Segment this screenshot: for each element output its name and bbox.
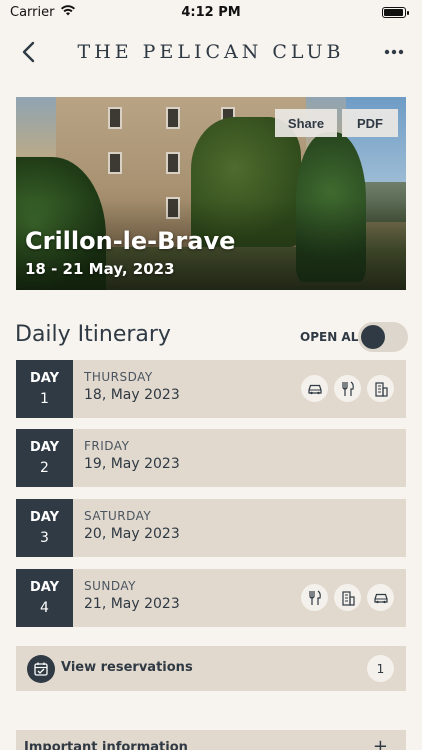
hotel-icon [334,584,361,611]
ellipsis-icon [384,49,404,55]
day-badge: DAY 2 [16,429,73,487]
day-label: DAY [29,580,60,595]
day-number: 4 [40,600,49,616]
hero-window [166,152,180,174]
day-icons [301,375,394,402]
day-number: 3 [40,530,49,546]
day-row-4[interactable]: DAY 4 SUNDAY 21, May 2023 [16,569,406,627]
day-row-2[interactable]: DAY 2 FRIDAY 19, May 2023 [16,429,406,487]
day-badge: DAY 3 [16,499,73,557]
day-label: DAY [29,371,60,386]
day-row-3[interactable]: DAY 3 SATURDAY 20, May 2023 [16,499,406,557]
day-number: 1 [40,391,49,407]
day-label: DAY [29,440,60,455]
day-weekday: SATURDAY [84,509,152,523]
nav-bar: THE PELICAN CLUB [0,24,422,80]
important-info-row[interactable]: Important information + [16,730,406,750]
day-label: DAY [29,510,60,525]
important-info-label: Important information [24,740,188,750]
dining-icon [334,375,361,402]
calendar-check-icon [27,655,55,683]
status-bar: Carrier 4:12 PM [0,0,422,24]
share-button[interactable]: Share [275,109,337,137]
more-button[interactable] [378,36,410,68]
itinerary-title: Daily Itinerary [15,322,171,347]
day-date: 21, May 2023 [84,596,180,612]
car-icon [301,375,328,402]
car-icon [367,584,394,611]
day-icons [301,584,394,611]
day-text: FRIDAY 19, May 2023 [73,429,180,487]
carrier-label: Carrier [10,4,55,20]
day-text: SATURDAY 20, May 2023 [73,499,180,557]
day-date: 20, May 2023 [84,526,180,542]
day-weekday: FRIDAY [84,439,130,453]
day-text: SUNDAY 21, May 2023 [73,569,180,627]
chevron-left-icon [22,41,35,63]
hotel-icon [367,375,394,402]
back-button[interactable] [12,36,44,68]
view-reservations-row[interactable]: View reservations 1 [16,646,406,691]
hero-image: Share PDF Crillon-le-Brave 18 - 21 May, … [16,97,406,290]
toggle-knob [361,325,385,349]
open-all-toggle[interactable] [358,322,408,352]
hero-window [166,107,180,129]
day-weekday: THURSDAY [84,370,153,384]
plus-icon: + [372,736,388,750]
hero-window [108,107,122,129]
open-all-label: OPEN ALL [300,330,366,344]
trip-dates: 18 - 21 May, 2023 [25,260,175,278]
reservations-count-badge: 1 [367,655,394,682]
day-badge: DAY 4 [16,569,73,627]
day-text: THURSDAY 18, May 2023 [73,360,180,418]
hero-window [108,152,122,174]
day-date: 19, May 2023 [84,456,180,472]
day-number: 2 [40,460,49,476]
status-left: Carrier [10,4,76,20]
day-weekday: SUNDAY [84,579,137,593]
wifi-icon [60,4,76,20]
battery-icon [382,6,409,18]
app-title: THE PELICAN CLUB [77,41,345,63]
reservations-label: View reservations [61,660,193,675]
pdf-button[interactable]: PDF [342,109,398,137]
day-row-1[interactable]: DAY 1 THURSDAY 18, May 2023 [16,360,406,418]
status-time: 4:12 PM [181,4,241,20]
dining-icon [301,584,328,611]
day-badge: DAY 1 [16,360,73,418]
trip-title: Crillon-le-Brave [25,227,236,255]
battery-fill [384,8,403,16]
day-date: 18, May 2023 [84,387,180,403]
